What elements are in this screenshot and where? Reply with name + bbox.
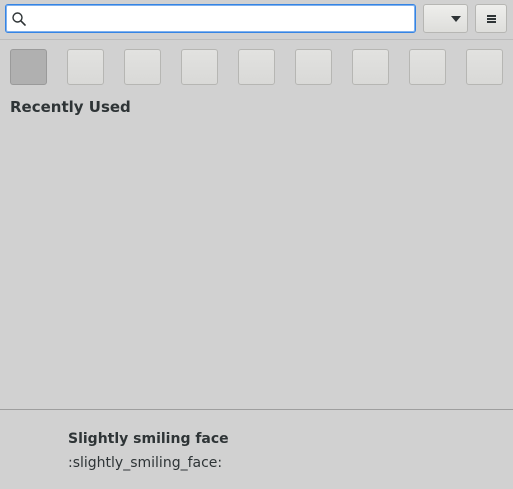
category-button-3[interactable] bbox=[124, 49, 161, 85]
section-title: Recently Used bbox=[10, 98, 131, 116]
emoji-info-footer: Slightly smiling face :slightly_smiling_… bbox=[0, 409, 513, 489]
search-input[interactable] bbox=[32, 7, 410, 30]
search-box[interactable] bbox=[5, 4, 416, 33]
menu-button[interactable] bbox=[475, 4, 507, 33]
category-bar bbox=[10, 49, 510, 85]
category-button-2[interactable] bbox=[67, 49, 104, 85]
emoji-grid bbox=[0, 120, 513, 409]
search-icon bbox=[12, 12, 26, 26]
category-button-6[interactable] bbox=[295, 49, 332, 85]
category-button-8[interactable] bbox=[409, 49, 446, 85]
category-button-5[interactable] bbox=[238, 49, 275, 85]
category-button-9[interactable] bbox=[466, 49, 503, 85]
toolbar bbox=[0, 0, 513, 40]
category-button-7[interactable] bbox=[352, 49, 389, 85]
emoji-name: Slightly smiling face bbox=[68, 431, 229, 447]
emoji-shortcode: :slightly_smiling_face: bbox=[68, 455, 223, 471]
chevron-down-icon bbox=[451, 16, 461, 22]
category-button-4[interactable] bbox=[181, 49, 218, 85]
category-button-recently-used[interactable] bbox=[10, 49, 47, 85]
hamburger-menu-icon bbox=[487, 15, 496, 23]
category-dropdown-button[interactable] bbox=[423, 4, 468, 33]
